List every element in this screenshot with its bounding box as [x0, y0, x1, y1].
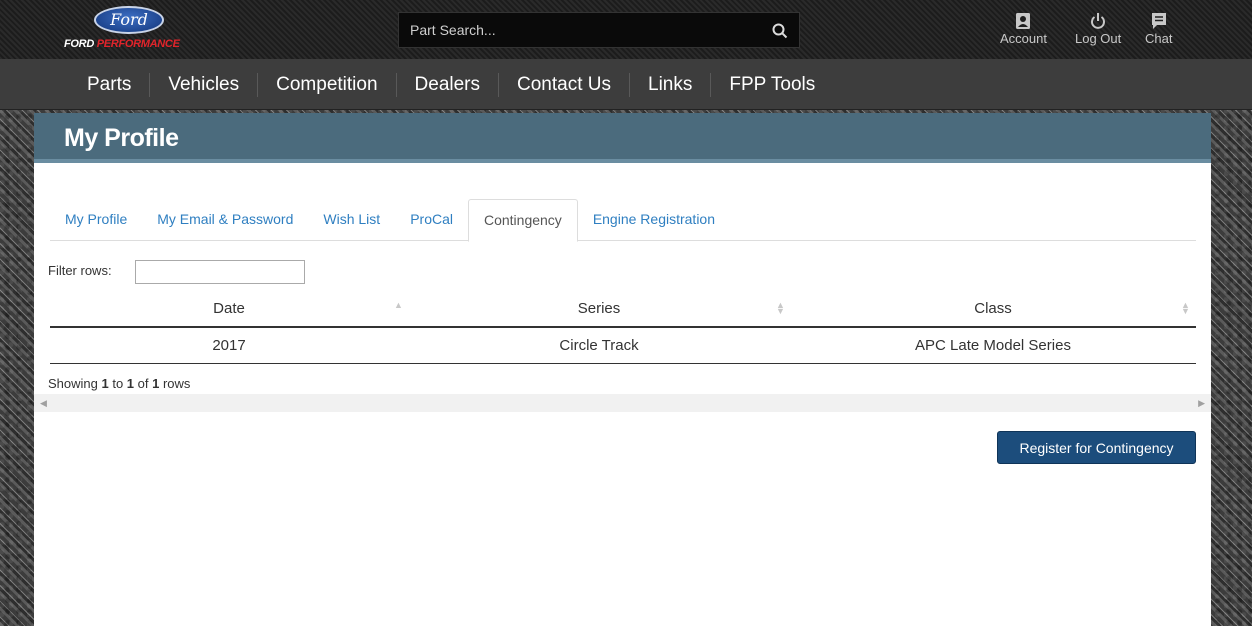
- top-header: Ford FORD PERFORMANCE Account Log Out: [0, 0, 1252, 59]
- nav-item-vehicles[interactable]: Vehicles: [150, 72, 259, 97]
- column-header-date[interactable]: Date ▲: [50, 290, 408, 327]
- search-icon: [772, 23, 788, 39]
- tab-email-password[interactable]: My Email & Password: [142, 199, 308, 241]
- sort-ascending-icon: ▲: [394, 300, 403, 310]
- chat-link[interactable]: Chat: [1145, 11, 1172, 46]
- nav-items: Parts Vehicles Competition Dealers Conta…: [71, 59, 833, 110]
- logo-subtitle: FORD PERFORMANCE: [64, 38, 180, 50]
- table-cell-class: APC Late Model Series: [915, 337, 1071, 354]
- column-header-series[interactable]: Series ▲ ▼: [408, 290, 790, 327]
- showing-prefix: Showing: [48, 376, 102, 391]
- profile-panel: My Profile My Profile My Email & Passwor…: [34, 113, 1211, 626]
- table-cell-date: 2017: [212, 337, 246, 354]
- nav-item-links[interactable]: Links: [630, 72, 712, 97]
- logout-link[interactable]: Log Out: [1075, 11, 1121, 46]
- power-icon: [1091, 13, 1106, 29]
- panel-header: My Profile: [34, 113, 1211, 163]
- column-header-series-label: Series: [577, 300, 621, 317]
- part-search-box: [398, 12, 800, 48]
- scroll-right-icon[interactable]: ▶: [1198, 398, 1205, 409]
- pagination-summary: Showing 1 to 1 of 1 rows: [48, 376, 190, 391]
- chat-label: Chat: [1145, 31, 1173, 46]
- tab-engine-registration[interactable]: Engine Registration: [578, 199, 730, 241]
- nav-item-competition[interactable]: Competition: [258, 72, 397, 97]
- register-for-contingency-button[interactable]: Register for Contingency: [997, 431, 1196, 464]
- nav-item-contact-us[interactable]: Contact Us: [499, 72, 630, 97]
- sort-both-icon: ▲ ▼: [776, 300, 785, 316]
- column-header-class[interactable]: Class ▲ ▼: [790, 290, 1196, 327]
- tab-wish-list[interactable]: Wish List: [308, 199, 395, 241]
- tab-my-profile[interactable]: My Profile: [50, 199, 142, 241]
- logout-label: Log Out: [1075, 31, 1122, 46]
- showing-from: 1: [101, 376, 109, 391]
- tab-procal[interactable]: ProCal: [395, 199, 468, 241]
- contingency-table: Date ▲ Series ▲ ▼ Class ▲ ▼ 2017 Circle Tr…: [50, 291, 1196, 364]
- ford-oval-logo: Ford: [94, 6, 164, 34]
- part-search-input[interactable]: [399, 13, 759, 47]
- search-button[interactable]: [767, 18, 793, 44]
- chat-icon: [1151, 13, 1166, 29]
- table-cell-series: Circle Track: [559, 337, 639, 354]
- horizontal-scrollbar[interactable]: ◀ ▶: [34, 394, 1211, 412]
- profile-tabs: My Profile My Email & Password Wish List…: [50, 199, 1196, 242]
- main-nav: Parts Vehicles Competition Dealers Conta…: [0, 59, 1252, 110]
- sort-both-icon: ▲ ▼: [1181, 300, 1190, 316]
- ford-performance-logo[interactable]: Ford FORD PERFORMANCE: [60, 6, 200, 54]
- logo-subtitle-prefix: FORD: [64, 38, 97, 50]
- tab-contingency[interactable]: Contingency: [467, 199, 578, 242]
- showing-suffix: rows: [159, 376, 191, 391]
- filter-rows-input[interactable]: [135, 260, 305, 284]
- column-header-date-label: Date: [213, 300, 245, 317]
- account-icon: [1016, 13, 1031, 29]
- column-header-class-label: Class: [974, 300, 1012, 317]
- account-link[interactable]: Account: [1000, 11, 1047, 46]
- showing-of-word: of: [134, 376, 153, 391]
- showing-to: 1: [126, 376, 135, 391]
- page-title: My Profile: [64, 124, 179, 152]
- table-header-row: Date ▲ Series ▲ ▼ Class ▲ ▼: [50, 291, 1196, 328]
- table-row: 2017 Circle Track APC Late Model Series: [50, 328, 1196, 364]
- filter-rows-label: Filter rows:: [48, 263, 112, 278]
- nav-item-parts[interactable]: Parts: [71, 72, 151, 97]
- scroll-left-icon[interactable]: ◀: [40, 398, 47, 409]
- account-label: Account: [1000, 31, 1047, 46]
- showing-to-word: to: [108, 376, 127, 391]
- nav-item-dealers[interactable]: Dealers: [397, 72, 500, 97]
- nav-item-fpp-tools[interactable]: FPP Tools: [711, 73, 833, 97]
- logo-subtitle-accent: PERFORMANCE: [96, 38, 180, 50]
